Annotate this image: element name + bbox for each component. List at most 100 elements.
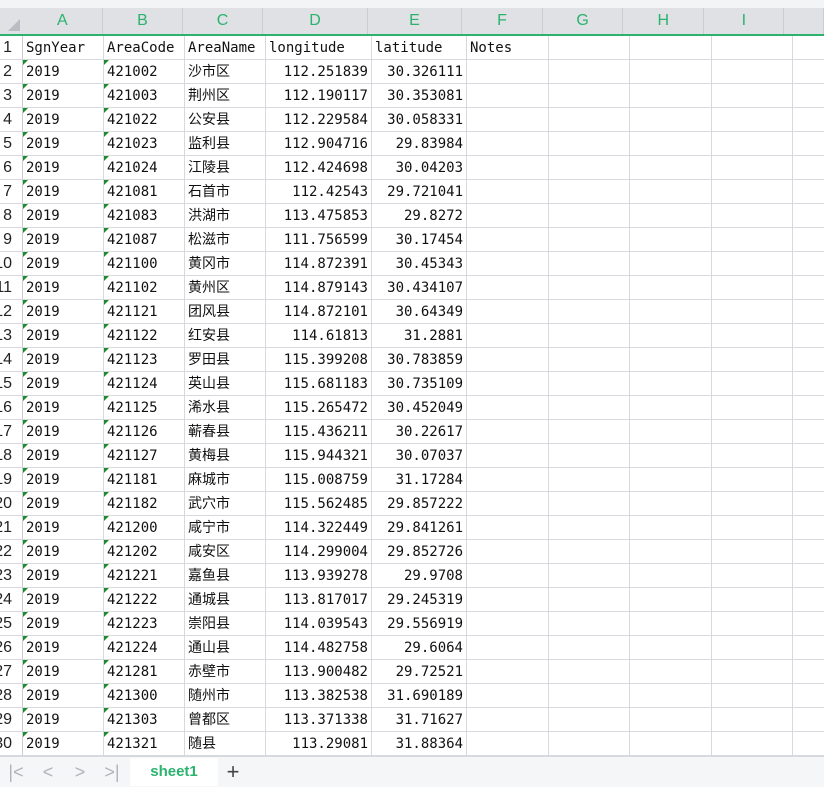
cell[interactable]: 421222	[104, 588, 185, 612]
cell[interactable]	[630, 300, 712, 324]
cell[interactable]	[630, 156, 712, 180]
cell[interactable]	[549, 300, 630, 324]
cell[interactable]: 2019	[23, 612, 104, 636]
cell[interactable]: 2019	[23, 564, 104, 588]
cell[interactable]	[467, 732, 549, 756]
cell[interactable]	[793, 468, 824, 492]
cell[interactable]	[549, 252, 630, 276]
cell[interactable]	[467, 708, 549, 732]
cell[interactable]	[793, 516, 824, 540]
cell[interactable]	[549, 108, 630, 132]
cell[interactable]	[467, 636, 549, 660]
cell[interactable]: 2019	[23, 276, 104, 300]
cell[interactable]	[793, 252, 824, 276]
cell[interactable]: 30.783859	[372, 348, 467, 372]
row-number[interactable]: 5	[0, 132, 23, 156]
cell[interactable]: 421083	[104, 204, 185, 228]
cell[interactable]: 通城县	[185, 588, 266, 612]
cell[interactable]: 31.2881	[372, 324, 467, 348]
cell[interactable]: 421125	[104, 396, 185, 420]
row-number[interactable]: 21	[0, 516, 23, 540]
row-number[interactable]: 9	[0, 228, 23, 252]
cell[interactable]: 114.61813	[266, 324, 372, 348]
cell[interactable]: 29.852726	[372, 540, 467, 564]
cell[interactable]: 武穴市	[185, 492, 266, 516]
cell[interactable]	[467, 660, 549, 684]
cell[interactable]	[793, 372, 824, 396]
cell[interactable]: 30.64349	[372, 300, 467, 324]
cell[interactable]	[467, 180, 549, 204]
cell[interactable]	[549, 732, 630, 756]
cell[interactable]	[712, 516, 793, 540]
column-header-C[interactable]: C	[183, 8, 264, 34]
cell[interactable]: 31.17284	[372, 468, 467, 492]
cell[interactable]: 421221	[104, 564, 185, 588]
cell[interactable]: 2019	[23, 684, 104, 708]
cell[interactable]	[712, 60, 793, 84]
cell[interactable]	[467, 420, 549, 444]
cell[interactable]: 421127	[104, 444, 185, 468]
cell[interactable]: 31.88364	[372, 732, 467, 756]
cell[interactable]: 2019	[23, 540, 104, 564]
cell[interactable]: 115.436211	[266, 420, 372, 444]
cell[interactable]	[549, 180, 630, 204]
row-number[interactable]: 19	[0, 468, 23, 492]
cell[interactable]	[793, 156, 824, 180]
cell[interactable]	[549, 612, 630, 636]
cell[interactable]	[793, 180, 824, 204]
cell[interactable]: Notes	[467, 36, 549, 60]
cell[interactable]: 421122	[104, 324, 185, 348]
cell[interactable]	[630, 516, 712, 540]
cell[interactable]: 421081	[104, 180, 185, 204]
cell[interactable]	[793, 420, 824, 444]
cell[interactable]	[712, 540, 793, 564]
cell[interactable]: 29.721041	[372, 180, 467, 204]
cell[interactable]	[467, 396, 549, 420]
cell[interactable]	[712, 84, 793, 108]
row-number[interactable]: 29	[0, 708, 23, 732]
cell[interactable]	[793, 348, 824, 372]
cell[interactable]	[467, 684, 549, 708]
cell[interactable]: 洪湖市	[185, 204, 266, 228]
cell[interactable]: 421102	[104, 276, 185, 300]
cell[interactable]	[712, 156, 793, 180]
cell[interactable]: 2019	[23, 252, 104, 276]
cell[interactable]: 2019	[23, 108, 104, 132]
cell[interactable]	[549, 228, 630, 252]
cell[interactable]	[467, 540, 549, 564]
cell[interactable]: 30.326111	[372, 60, 467, 84]
cell[interactable]	[630, 612, 712, 636]
cell[interactable]: 115.681183	[266, 372, 372, 396]
cell[interactable]: 114.039543	[266, 612, 372, 636]
cell[interactable]	[793, 132, 824, 156]
cell[interactable]	[712, 228, 793, 252]
cell[interactable]	[467, 60, 549, 84]
cell[interactable]	[549, 132, 630, 156]
cell[interactable]	[793, 228, 824, 252]
cell[interactable]: 30.434107	[372, 276, 467, 300]
cell[interactable]	[712, 180, 793, 204]
column-header-I[interactable]: I	[704, 8, 785, 34]
cell[interactable]	[793, 492, 824, 516]
cell[interactable]	[630, 276, 712, 300]
cell[interactable]	[630, 708, 712, 732]
row-number[interactable]: 12	[0, 300, 23, 324]
row-number[interactable]: 22	[0, 540, 23, 564]
cell[interactable]: AreaCode	[104, 36, 185, 60]
cell[interactable]	[793, 636, 824, 660]
cell[interactable]: 112.190117	[266, 84, 372, 108]
cell[interactable]: 29.857222	[372, 492, 467, 516]
cell[interactable]: 115.399208	[266, 348, 372, 372]
cell[interactable]	[467, 132, 549, 156]
row-number[interactable]: 10	[0, 252, 23, 276]
cell[interactable]	[630, 108, 712, 132]
cell[interactable]	[549, 540, 630, 564]
prev-sheet-button[interactable]: <	[32, 762, 64, 783]
cell[interactable]: 30.45343	[372, 252, 467, 276]
cell[interactable]	[793, 204, 824, 228]
row-number[interactable]: 26	[0, 636, 23, 660]
cell[interactable]: 蕲春县	[185, 420, 266, 444]
row-number[interactable]: 3	[0, 84, 23, 108]
cell[interactable]	[549, 660, 630, 684]
row-number[interactable]: 18	[0, 444, 23, 468]
